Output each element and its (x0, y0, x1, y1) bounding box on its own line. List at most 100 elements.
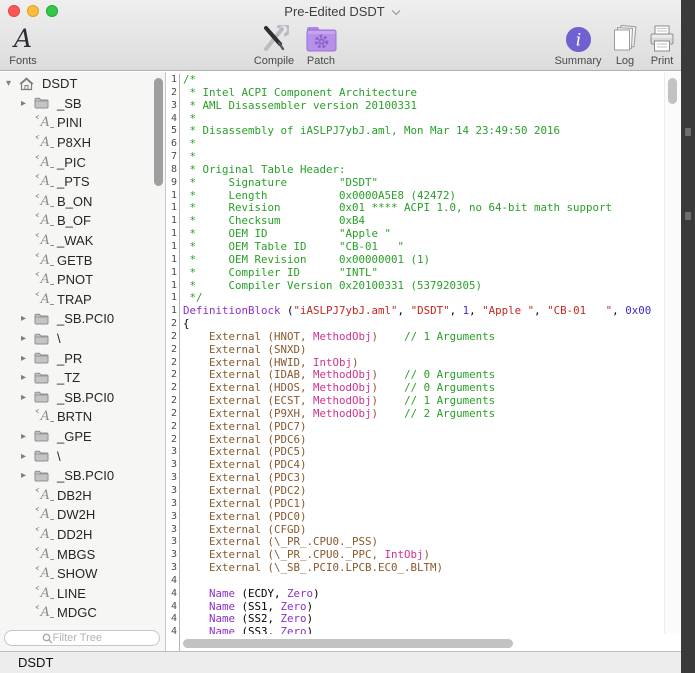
disclosure-collapsed-icon[interactable]: ▸ (21, 333, 34, 344)
tree-item-pnot[interactable]: ˂AˍPNOT (0, 270, 165, 290)
code-segment: "iASLPJ7ybJ.aml" (294, 304, 398, 317)
line-number: 3 (166, 100, 179, 113)
method-icon: ˂Aˍ (34, 586, 56, 601)
code-line[interactable]: * Disassembly of iASLPJ7ybJ.aml, Mon Mar… (183, 125, 662, 138)
tree-item-label: \ (57, 331, 61, 346)
tree-item-pini[interactable]: ˂AˍPINI (0, 113, 165, 133)
code-segment: External (\_SB_.PCI0.LPCB.EC0_.BLTM) (183, 561, 443, 574)
code-line[interactable]: * Compiler Version 0x20100331 (537920305… (183, 280, 662, 293)
tree-item-dd2h[interactable]: ˂AˍDD2H (0, 525, 165, 545)
summary-icon: i (550, 24, 606, 54)
tree-item-wak[interactable]: ˂Aˍ_WAK (0, 231, 165, 251)
tree-item-getb[interactable]: ˂AˍGETB (0, 250, 165, 270)
background-window-strip (681, 0, 695, 673)
code-segment: ) (313, 587, 320, 600)
code-line[interactable]: * (183, 138, 662, 151)
disclosure-collapsed-icon[interactable]: ▸ (21, 313, 34, 324)
tree-item-[interactable]: ▸\ (0, 446, 165, 466)
code-line[interactable]: External (\_SB_.PCI0.LPCB.EC0_.BLTM) (183, 562, 662, 575)
code-segment: External (PDC7) (183, 420, 307, 433)
sidebar-scrollbar-thumb[interactable] (154, 78, 163, 186)
tree-item-pts[interactable]: ˂Aˍ_PTS (0, 172, 165, 192)
tree-item-show[interactable]: ˂AˍSHOW (0, 564, 165, 584)
method-icon: ˂Aˍ (34, 409, 56, 424)
line-number: 4 (166, 626, 179, 639)
toolbar-item-log[interactable]: Log (608, 24, 642, 67)
code-editor[interactable]: /* * Intel ACPI Component Architecture *… (183, 74, 662, 634)
disclosure-collapsed-icon[interactable]: ▸ (21, 98, 34, 109)
method-icon-wrap: ˂Aˍ (34, 488, 55, 503)
code-segment: Zero (281, 612, 307, 625)
line-number: 1 (166, 74, 179, 87)
tree-item-pr[interactable]: ▸ _PR (0, 348, 165, 368)
code-segment: , (450, 304, 463, 317)
method-icon-wrap: ˂Aˍ (34, 253, 55, 268)
editor-horizontal-scrollbar-thumb[interactable] (183, 639, 513, 648)
method-icon-wrap: ˂Aˍ (34, 586, 55, 601)
filter-tree-input[interactable] (53, 632, 123, 644)
tree-item-sbpci0[interactable]: ▸ _SB.PCI0 (0, 466, 165, 486)
code-segment: , (398, 304, 411, 317)
folder-icon-wrap (34, 470, 55, 482)
line-number: 5 (166, 125, 179, 138)
line-number: 2 (166, 318, 179, 331)
disclosure-collapsed-icon[interactable]: ▸ (21, 353, 34, 364)
tree-item-line[interactable]: ˂AˍLINE (0, 583, 165, 603)
editor-horizontal-scrollbar[interactable] (183, 639, 663, 649)
folder-icon (34, 470, 49, 482)
disclosure-collapsed-icon[interactable]: ▸ (21, 431, 34, 442)
code-segment (378, 407, 404, 420)
tree-item-gpe[interactable]: ▸_GPE (0, 427, 165, 447)
disclosure-collapsed-icon[interactable]: ▸ (21, 392, 34, 403)
code-segment: External (HNOT, (183, 330, 313, 343)
window-title[interactable]: Pre-Edited DSDT (0, 4, 681, 19)
tree-item-[interactable]: ▸\ (0, 329, 165, 349)
tree-item-mdgc[interactable]: ˂AˍMDGC (0, 603, 165, 623)
tree-item-dsdt[interactable]: ▾DSDT (0, 74, 165, 94)
tree-item-bon[interactable]: ˂AˍB_ON (0, 192, 165, 212)
tree-item-pic[interactable]: ˂Aˍ_PIC (0, 152, 165, 172)
toolbar-item-compile[interactable]: Compile (246, 24, 302, 67)
tree-item-bof[interactable]: ˂AˍB_OF (0, 211, 165, 231)
tree-item-db2h[interactable]: ˂AˍDB2H (0, 485, 165, 505)
code-segment: // 0 Arguments (404, 368, 495, 381)
disclosure-expanded-icon[interactable]: ▾ (6, 78, 19, 89)
line-number: 7 (166, 151, 179, 164)
code-segment: External (PDC1) (183, 497, 307, 510)
tree-item-p8xh[interactable]: ˂AˍP8XH (0, 133, 165, 153)
code-segment: * OEM Revision 0x00000001 (1) (183, 253, 430, 266)
code-line[interactable]: Name (SS3, Zero) (183, 626, 662, 634)
code-line[interactable]: DefinitionBlock ("iASLPJ7ybJ.aml", "DSDT… (183, 305, 662, 318)
disclosure-collapsed-icon[interactable]: ▸ (21, 470, 34, 481)
folder-icon-wrap (34, 352, 55, 364)
code-segment: "DSDT" (411, 304, 450, 317)
toolbar-item-patch[interactable]: Patch (302, 24, 340, 67)
tree-item-sbpci0[interactable]: ▸_SB.PCI0 (0, 309, 165, 329)
tree-item-dw2h[interactable]: ˂AˍDW2H (0, 505, 165, 525)
toolbar-item-summary[interactable]: i Summary (550, 24, 606, 67)
folder-icon (34, 313, 49, 325)
method-icon: ˂Aˍ (34, 155, 56, 170)
tree-item-trap[interactable]: ˂AˍTRAP (0, 290, 165, 310)
tree-item-sbpci0[interactable]: ▸_SB.PCI0 (0, 388, 165, 408)
folder-icon (34, 97, 49, 109)
tree-item-sb[interactable]: ▸_SB (0, 94, 165, 114)
code-segment: External (\_PR_.CPU0._PPC, (183, 548, 385, 561)
editor-vertical-scrollbar-thumb[interactable] (668, 78, 677, 104)
tree-item-tz[interactable]: ▸_TZ (0, 368, 165, 388)
tree-item-label: _PR (57, 351, 82, 366)
line-number: 3 (166, 524, 179, 537)
tree-item-label: _SB.PCI0 (57, 468, 114, 483)
tree-item-mbgs[interactable]: ˂AˍMBGS (0, 544, 165, 564)
toolbar-item-print[interactable]: Print (644, 24, 680, 67)
tree-item-label: DW2H (57, 507, 95, 522)
tree-item-brtn[interactable]: ˂AˍBRTN (0, 407, 165, 427)
filter-field[interactable] (4, 630, 160, 646)
method-icon: ˂Aˍ (34, 194, 56, 209)
editor-vertical-scrollbar[interactable] (664, 72, 680, 634)
line-number: 1 (166, 254, 179, 267)
disclosure-collapsed-icon[interactable]: ▸ (21, 372, 34, 383)
toolbar-item-fonts[interactable]: A Fonts (2, 24, 44, 67)
disclosure-collapsed-icon[interactable]: ▸ (21, 451, 34, 462)
code-line[interactable]: * AML Disassembler version 20100331 (183, 100, 662, 113)
